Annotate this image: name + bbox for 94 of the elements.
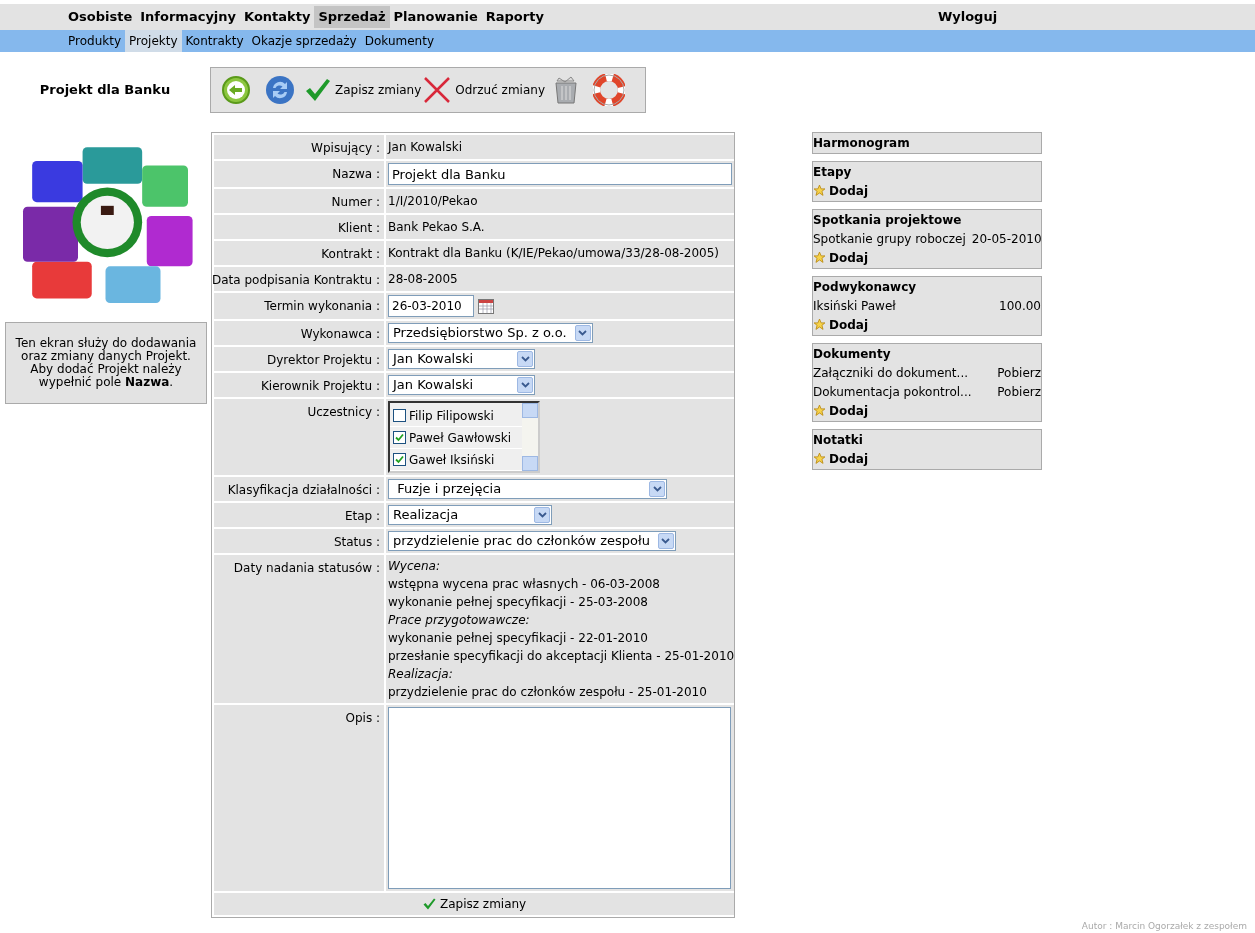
field-label: Wpisujący :	[311, 140, 380, 157]
add-link[interactable]: Dodaj	[813, 401, 1041, 420]
entry-value: Pobierz	[997, 364, 1041, 382]
status-group-heading: Prace przygotowawcze:	[388, 612, 531, 628]
status-date-entry: wstępna wycena prac własnych - 06-03-2008	[388, 576, 661, 592]
field-label: Kierownik Projektu :	[261, 378, 380, 395]
section-title: Notatki	[813, 431, 864, 449]
entry-value: 100.00	[999, 297, 1041, 315]
submenu-item[interactable]: Dokumenty	[360, 30, 438, 52]
name-input[interactable]: Projekt dla Banku	[388, 163, 732, 185]
participants-list[interactable]: Filip Filipowski Paweł Gawłowski Gaweł Iksiński	[388, 401, 540, 473]
field-label: Termin wykonania :	[264, 298, 380, 315]
add-link[interactable]: Dodaj	[813, 315, 1041, 334]
field-value: Bank Pekao S.A.	[388, 219, 485, 236]
checkbox[interactable]	[393, 431, 406, 444]
entry-name: Załączniki do dokument...	[813, 364, 968, 382]
section-title: Podwykonawcy	[813, 278, 918, 296]
field-value: Kontrakt dla Banku (K/IE/Pekao/umowa/33/28-08-2005)	[388, 245, 719, 262]
dropdown[interactable]: Realizacja	[388, 505, 552, 525]
checkbox[interactable]	[393, 453, 406, 466]
section-title: Dokumenty	[813, 345, 892, 363]
field-label: Klasyfikacja działalności :	[227, 482, 380, 499]
participant-option[interactable]: Paweł Gawłowski	[390, 427, 522, 449]
field-value: 1/I/2010/Pekao	[388, 193, 478, 210]
field-label: Data podpisania Kontraktu :	[211, 272, 380, 289]
dropdown[interactable]: Przedsiębiorstwo Sp. z o.o.	[388, 323, 593, 343]
calendar-icon[interactable]	[478, 298, 494, 314]
checkmark-icon	[421, 897, 436, 911]
page-title: Projekt dla Banku	[39, 81, 171, 100]
menu-item[interactable]: Raporty	[481, 6, 548, 28]
star-icon	[813, 452, 826, 465]
info-box: Ten ekran służy do dodawania oraz zmiany danych Projekt. Aby dodać Projekt należy wypełnić pole Nazwa.	[5, 322, 207, 404]
field-label: Nazwa :	[332, 166, 380, 183]
entry-value: Pobierz	[997, 383, 1041, 401]
status-date-entry: przesłanie specyfikacji do akceptacji Klienta - 25-01-2010	[388, 648, 735, 664]
field-label: Opis :	[345, 710, 380, 727]
dropdown[interactable]: Jan Kowalski	[388, 375, 535, 395]
trash-can-icon[interactable]	[553, 75, 579, 105]
discard-changes-button[interactable]: Odrzuć zmiany	[423, 76, 545, 104]
field-label: Dyrektor Projektu :	[267, 352, 380, 369]
star-icon	[813, 184, 826, 197]
dropdown[interactable]: Jan Kowalski	[388, 349, 535, 369]
entry-name: Spotkanie grupy roboczej	[813, 230, 966, 248]
save-changes-button[interactable]: Zapisz zmiany	[421, 895, 527, 913]
field-label: Wykonawca :	[300, 326, 380, 343]
field-label: Etap :	[344, 508, 380, 525]
status-date-entry: wykonanie pełnej specyfikacji - 25-03-2008	[388, 594, 649, 610]
scrollbar[interactable]	[522, 403, 538, 471]
date-input[interactable]: 26-03-2010	[388, 295, 474, 317]
field-value: 28-08-2005	[388, 271, 458, 288]
cross-icon	[423, 76, 452, 104]
star-icon	[813, 404, 826, 417]
save-changes-button[interactable]: Zapisz zmiany	[303, 76, 422, 104]
submenu-item[interactable]: Produkty	[64, 30, 125, 52]
status-date-entry: przydzielenie prac do członków zespołu - 25-01-2010	[388, 684, 708, 700]
checkbox[interactable]	[393, 409, 406, 422]
star-icon	[813, 318, 826, 331]
status-group-heading: Realizacja:	[388, 666, 454, 682]
entry-name: Iksiński Paweł	[813, 297, 896, 315]
menu-item[interactable]: Planowanie	[389, 6, 482, 28]
schedule-header: Harmonogram	[812, 132, 1042, 154]
participant-option[interactable]: Filip Filipowski	[390, 405, 522, 427]
entry-value: 20-05-2010	[971, 230, 1042, 248]
field-label: Numer :	[331, 194, 380, 211]
lifebuoy-icon[interactable]	[593, 74, 625, 106]
dropdown[interactable]: Fuzje i przejęcia	[388, 479, 667, 499]
field-label: Daty nadania statusów :	[233, 560, 380, 577]
status-date-entry: wykonanie pełnej specyfikacji - 22-01-2010	[388, 630, 649, 646]
add-link[interactable]: Dodaj	[813, 248, 1041, 267]
menu-item[interactable]: Kontakty	[240, 6, 315, 28]
author-footer: Autor : Marcin Ogorzałek z zespołem	[1081, 919, 1247, 933]
entry-name: Dokumentacja pokontrol...	[813, 383, 972, 401]
submenu-item[interactable]: Okazje sprzedaży	[247, 30, 361, 52]
section-title: Etapy	[813, 163, 853, 181]
field-label: Klient :	[337, 220, 380, 237]
menu-item[interactable]: Sprzedaż	[314, 6, 390, 28]
participant-option[interactable]: Gaweł Iksiński	[390, 449, 522, 471]
field-value: Jan Kowalski	[388, 139, 462, 156]
submenu-item[interactable]: Kontrakty	[181, 30, 248, 52]
field-label: Kontrakt :	[321, 246, 380, 263]
add-link[interactable]: Dodaj	[813, 181, 1041, 200]
status-group-heading: Wycena:	[388, 558, 441, 574]
field-label: Uczestnicy :	[307, 404, 380, 421]
section-title: Spotkania projektowe	[813, 211, 963, 229]
dropdown[interactable]: przydzielenie prac do członków zespołu	[388, 531, 676, 551]
menu-item[interactable]: Informacyjny	[136, 6, 241, 28]
refresh-icon[interactable]	[265, 75, 295, 105]
star-icon	[813, 251, 826, 264]
description-field[interactable]	[388, 707, 731, 889]
submenu-item[interactable]: Projekty	[125, 30, 182, 52]
add-link[interactable]: Dodaj	[813, 449, 1041, 468]
field-label: Status :	[333, 534, 380, 551]
logout-link[interactable]: Wyloguj	[937, 7, 998, 27]
menu-item[interactable]: Osobiste	[64, 6, 137, 28]
